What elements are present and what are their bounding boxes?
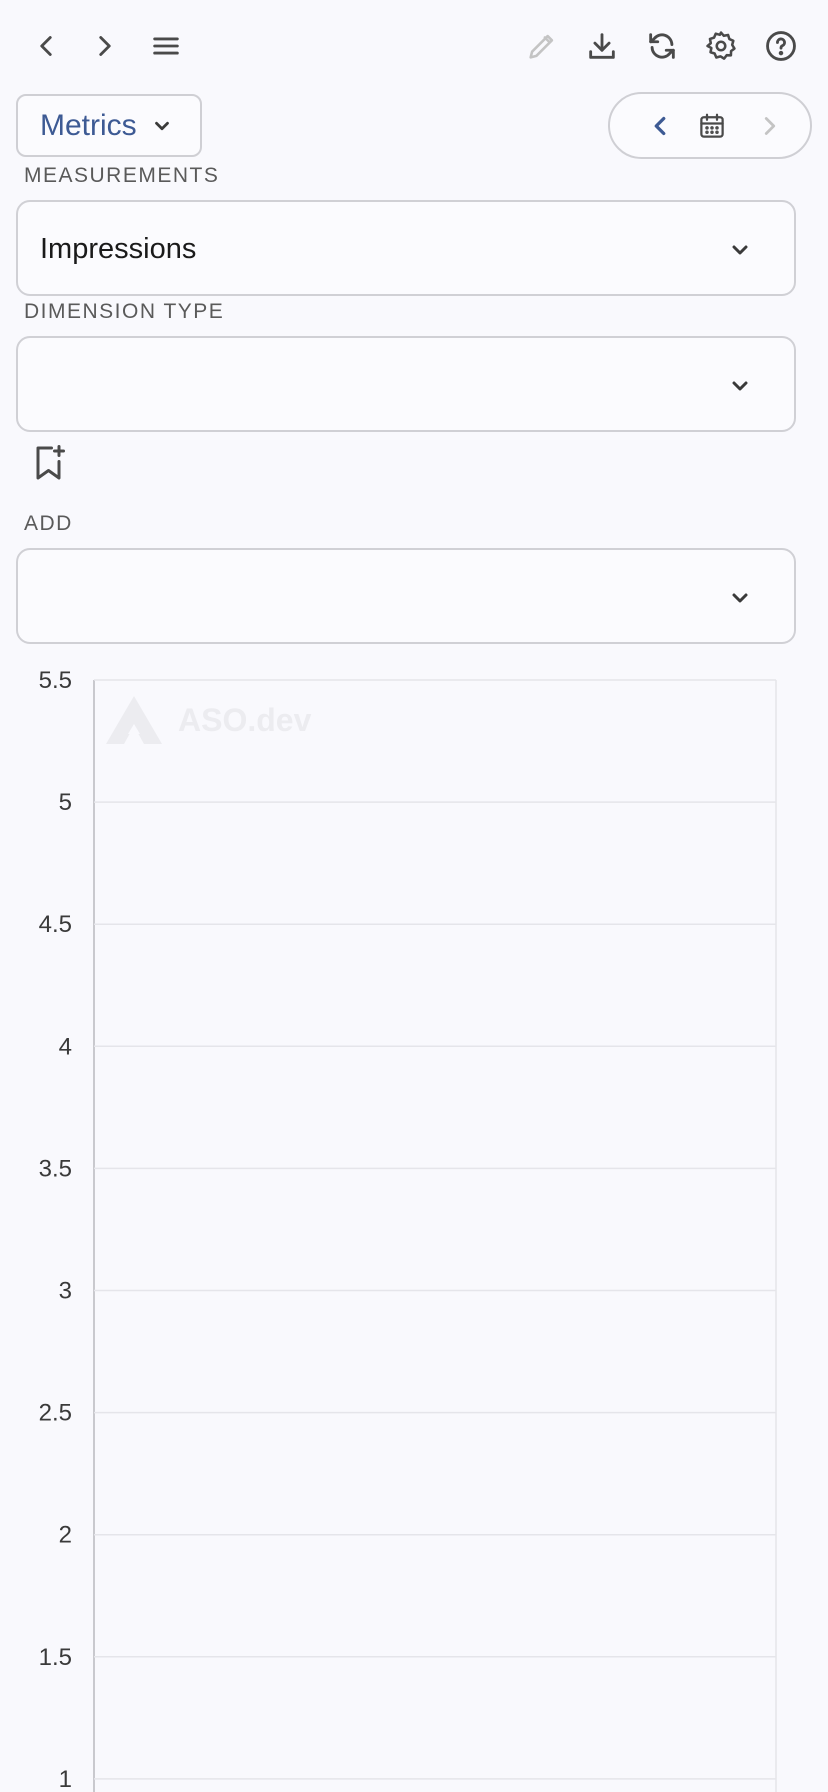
date-navigation bbox=[608, 92, 812, 159]
menu-icon bbox=[153, 37, 179, 55]
help-button[interactable] bbox=[759, 24, 803, 68]
edit-button[interactable] bbox=[520, 24, 564, 68]
measurements-label: MEASUREMENTS bbox=[24, 164, 220, 187]
y-tick-label: 3.5 bbox=[39, 1155, 72, 1182]
help-icon bbox=[766, 31, 796, 61]
metrics-button-label: Metrics bbox=[40, 108, 137, 142]
y-tick-label: 3 bbox=[59, 1278, 72, 1305]
watermark-text: ASO.dev bbox=[178, 701, 312, 738]
download-button[interactable] bbox=[580, 24, 624, 68]
gear-icon bbox=[706, 31, 736, 60]
chevron-left-icon bbox=[40, 36, 52, 56]
y-tick-label: 5 bbox=[59, 789, 72, 816]
dimension-type-select[interactable] bbox=[16, 336, 796, 432]
add-bookmark-button[interactable] bbox=[32, 443, 68, 483]
measurements-select[interactable]: Impressions bbox=[16, 200, 796, 296]
refresh-icon bbox=[649, 33, 675, 59]
previous-period-button[interactable] bbox=[638, 104, 682, 148]
aso-dev-watermark: ASO.dev bbox=[104, 694, 311, 746]
metrics-dropdown-button[interactable]: Metrics bbox=[16, 94, 202, 157]
chevron-left-icon bbox=[654, 116, 666, 136]
dimension-type-label: DIMENSION TYPE bbox=[24, 300, 225, 323]
back-button[interactable] bbox=[24, 24, 68, 68]
refresh-button[interactable] bbox=[640, 24, 684, 68]
download-icon bbox=[589, 33, 615, 59]
measurements-value: Impressions bbox=[40, 233, 197, 265]
y-tick-label: 5.5 bbox=[39, 667, 72, 694]
y-tick-label: 4.5 bbox=[39, 911, 72, 938]
y-tick-label: 1 bbox=[59, 1766, 72, 1792]
chevron-down-icon bbox=[732, 381, 748, 391]
top-toolbar bbox=[0, 0, 828, 90]
bookmark-add-icon bbox=[36, 445, 65, 480]
chevron-down-icon bbox=[154, 121, 169, 130]
add-select[interactable] bbox=[16, 548, 796, 644]
y-tick-label: 2 bbox=[59, 1522, 72, 1549]
y-tick-label: 1.5 bbox=[39, 1644, 72, 1671]
menu-button[interactable] bbox=[144, 24, 188, 68]
y-tick-label: 2.5 bbox=[39, 1400, 72, 1427]
next-period-button[interactable] bbox=[748, 104, 792, 148]
calendar-button[interactable] bbox=[690, 104, 734, 148]
pencil-icon bbox=[529, 34, 554, 59]
chevron-right-icon bbox=[764, 117, 776, 135]
chevron-down-icon bbox=[732, 245, 748, 255]
y-tick-label: 4 bbox=[59, 1033, 72, 1060]
chevron-down-icon bbox=[732, 593, 748, 603]
chevron-right-icon bbox=[99, 36, 111, 56]
forward-button[interactable] bbox=[83, 24, 127, 68]
metrics-chart: 5.5 5 4.5 4 3.5 3 2.5 2 1.5 1 bbox=[39, 667, 777, 1792]
settings-button[interactable] bbox=[699, 24, 743, 68]
calendar-icon bbox=[700, 113, 724, 138]
aso-dev-logo-icon bbox=[106, 696, 162, 744]
add-label: ADD bbox=[24, 512, 73, 535]
